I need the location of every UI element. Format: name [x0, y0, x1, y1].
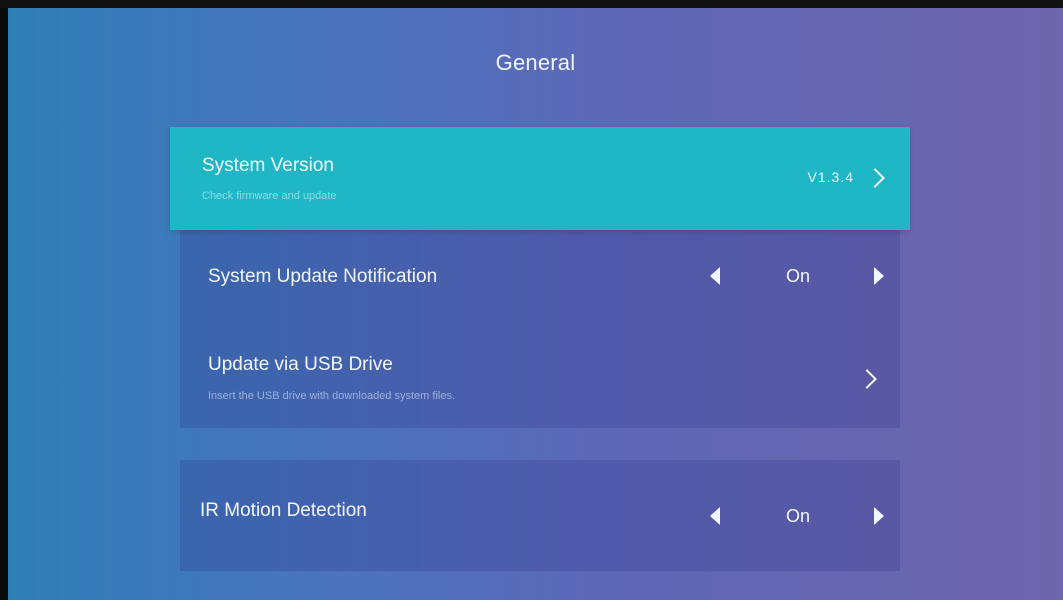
setting-label: System Update Notification — [208, 266, 438, 287]
setting-description: Insert the USB drive with downloaded sys… — [208, 390, 456, 402]
version-value: V1.3.4 — [807, 169, 854, 185]
triangle-right-icon[interactable] — [874, 507, 884, 525]
setting-label: Update via USB Drive — [208, 354, 393, 375]
setting-label: IR Motion Detection — [200, 500, 367, 521]
chevron-right-icon — [865, 168, 885, 188]
screen-top-bezel — [0, 0, 1063, 8]
chevron-right-icon — [857, 369, 877, 389]
setting-value: On — [785, 266, 810, 286]
setting-label: System Version — [202, 155, 334, 176]
triangle-right-icon[interactable] — [874, 267, 884, 285]
setting-row-system-update-notification[interactable]: System Update Notification On — [180, 226, 900, 326]
setting-row-update-via-usb[interactable]: Update via USB Drive Insert the USB driv… — [180, 326, 900, 428]
setting-row-ir-motion-detection[interactable]: IR Motion Detection On — [180, 460, 900, 571]
setting-row-system-version[interactable]: System Version Check firmware and update… — [170, 127, 910, 230]
setting-value: On — [785, 506, 810, 526]
triangle-left-icon[interactable] — [710, 507, 720, 525]
settings-group-update: System Update Notification On Update via… — [180, 226, 900, 428]
triangle-left-icon[interactable] — [710, 267, 720, 285]
setting-description: Check firmware and update — [202, 190, 337, 202]
page-title: General — [495, 50, 576, 75]
settings-group-motion: IR Motion Detection On — [180, 460, 900, 571]
settings-screen: General System Update Notification On Up… — [8, 8, 1063, 600]
